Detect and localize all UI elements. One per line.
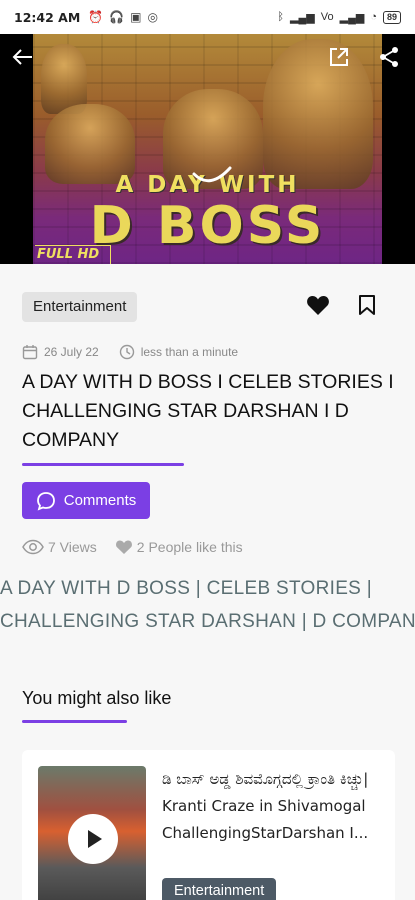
wifi-icon: ◔ xyxy=(370,11,377,23)
comment-bubble-icon xyxy=(36,491,55,510)
notification-icon: ▣ xyxy=(130,10,142,24)
related-thumbnail xyxy=(38,766,146,900)
read-time: less than a minute xyxy=(140,345,239,359)
share-icon[interactable] xyxy=(378,46,402,70)
category-chip[interactable]: Entertainment xyxy=(22,292,138,322)
signal-icon: ▂▄▆ xyxy=(290,11,315,24)
notification-icons: ⏰ 🎧 ▣ ◎ xyxy=(88,10,158,24)
article-meta: 26 July 22 less than a minute xyxy=(22,344,238,360)
likes-count: 2 People like this xyxy=(136,539,243,555)
article-body-line2: CHALLENGING STAR DARSHAN | D COMPANY xyxy=(0,611,415,632)
article-date: 26 July 22 xyxy=(44,345,99,359)
eye-icon xyxy=(22,539,44,555)
loading-spinner-icon xyxy=(192,166,232,183)
status-time: 12:42 AM xyxy=(14,9,81,25)
open-external-icon[interactable] xyxy=(328,46,352,70)
clock-icon xyxy=(119,344,134,360)
views-count: 7 Views xyxy=(48,539,97,555)
related-section-underline xyxy=(22,720,127,723)
play-icon[interactable] xyxy=(68,814,118,864)
related-category-chip[interactable]: Entertainment xyxy=(162,878,277,900)
comments-label: Comments xyxy=(63,492,137,509)
calendar-icon xyxy=(22,345,38,360)
system-icons: ᛒ ▂▄▆ Vo ▂▄▆ ◔ 89 xyxy=(277,10,401,24)
comments-button[interactable]: Comments xyxy=(22,482,150,519)
related-section-title: You might also like xyxy=(22,688,172,708)
article-body: A DAY WITH D BOSS | CELEB STORIES | CHAL… xyxy=(0,572,415,638)
instagram-icon: ◎ xyxy=(147,10,158,24)
like-heart-icon[interactable] xyxy=(306,294,330,318)
title-underline xyxy=(22,463,184,466)
article-stats: 7 Views 2 People like this xyxy=(22,539,243,555)
heart-outline-icon xyxy=(115,540,132,554)
article-body-line1: A DAY WITH D BOSS | CELEB STORIES | xyxy=(0,578,372,599)
volte-icon: Vo xyxy=(320,11,334,23)
battery-icon: 89 xyxy=(382,10,401,24)
related-title: ಡಿ ಬಾಸ್ ಅಡ್ಡ ಶಿವಮೊಗ್ಗದಲ್ಲಿ ಕ್ರಾಂತಿ ಕಿಚ್ಚ… xyxy=(162,770,369,842)
related-card[interactable]: ಡಿ ಬಾಸ್ ಅಡ್ಡ ಶಿವಮೊಗ್ಗದಲ್ಲಿ ಕ್ರಾಂತಿ ಕಿಚ್ಚ… xyxy=(22,750,395,900)
signal-icon-2: ▂▄▆ xyxy=(339,11,365,24)
bookmark-icon[interactable] xyxy=(358,294,378,318)
status-bar: 12:42 AM ⏰ 🎧 ▣ ◎ ᛒ ▂▄▆ Vo ▂▄▆ ◔ 89 xyxy=(0,0,415,34)
bluetooth-icon: ᛒ xyxy=(277,11,285,23)
hero-video[interactable]: A DAY WITH D BOSS FULL HD xyxy=(0,34,415,264)
hero-hd-badge: FULL HD xyxy=(37,247,100,262)
back-arrow-icon[interactable] xyxy=(12,46,38,72)
article-title: A DAY WITH D BOSS I CELEB STORIES I CHAL… xyxy=(22,371,394,451)
headset-icon: 🎧 xyxy=(109,10,125,24)
alarm-icon: ⏰ xyxy=(88,10,104,24)
